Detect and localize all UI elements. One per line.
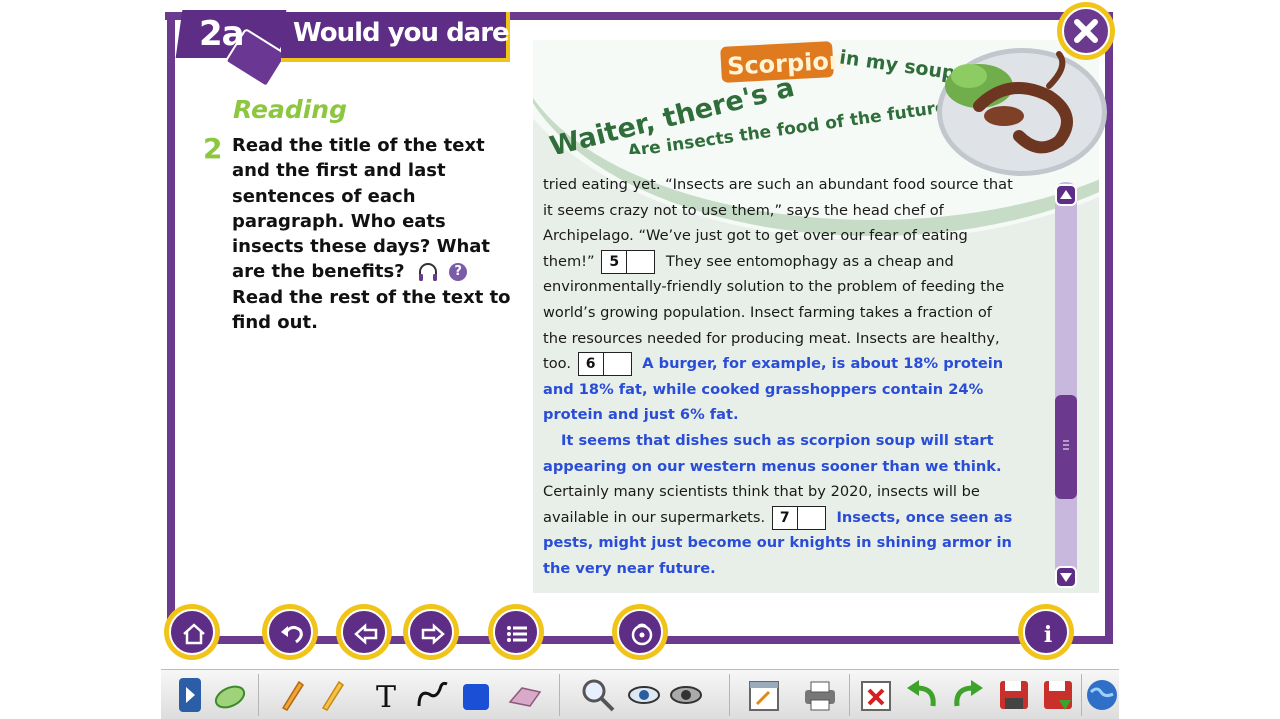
- redo-button[interactable]: [949, 676, 987, 714]
- save-icon: [1000, 681, 1028, 709]
- headline-part2: in my soup!: [838, 46, 953, 85]
- pencil-tool[interactable]: [273, 676, 311, 714]
- hide-icon: [670, 686, 702, 704]
- shape-icon: [463, 684, 489, 710]
- toolbar-separator: [729, 674, 730, 716]
- print-button[interactable]: [801, 676, 839, 714]
- toolbar-separator: [1081, 674, 1082, 716]
- pencil-icon: [281, 680, 305, 711]
- text-tool[interactable]: T: [367, 676, 405, 715]
- arrow-left-icon: [354, 623, 378, 645]
- save-button[interactable]: [995, 676, 1033, 714]
- text-icon: T: [376, 680, 396, 715]
- list-icon: [507, 626, 527, 642]
- task-text-part2: Read the rest of the text to find out.: [232, 286, 511, 334]
- info-icon: i: [1044, 622, 1052, 648]
- frame-left: [167, 12, 175, 642]
- mouse-icon: [214, 685, 246, 709]
- reveal-icon: [628, 686, 660, 704]
- info-button[interactable]: i: [1018, 604, 1074, 660]
- eraser-icon: [508, 687, 542, 707]
- gap-7[interactable]: 7: [771, 505, 826, 530]
- gap-6-number: 6: [579, 353, 604, 376]
- eraser-tool[interactable]: [506, 676, 544, 714]
- gap-6[interactable]: 6: [577, 352, 632, 377]
- contents-button[interactable]: [488, 604, 544, 660]
- scorpion-image: [945, 51, 1073, 154]
- home-icon: [183, 623, 205, 645]
- scroll-down-button[interactable]: [1055, 566, 1077, 588]
- save-as-icon: [1044, 681, 1072, 710]
- undo-icon: [907, 680, 936, 707]
- triangle-up-icon: [1060, 190, 1072, 199]
- web-icon: [1087, 680, 1117, 710]
- gap-5-number: 5: [602, 250, 628, 273]
- redo-icon: [954, 680, 983, 707]
- undo-button[interactable]: [903, 676, 941, 714]
- page-title: Would you dare?: [293, 18, 524, 48]
- article-headline: Waiter, there's a Scorpion in my soup! A…: [547, 41, 953, 154]
- unit-label: 2a: [199, 14, 245, 54]
- toolbar-separator: [258, 674, 259, 716]
- annotation-toolbar: T: [161, 669, 1119, 719]
- audio-button[interactable]: [612, 604, 668, 660]
- expand-icon: [179, 678, 201, 712]
- section-label: Reading: [233, 95, 347, 124]
- text-tool-label: T: [376, 680, 396, 714]
- task-instructions: Read the title of the text and the first…: [232, 133, 522, 335]
- toolbar-separator: [849, 674, 850, 716]
- audio-disc-icon: [631, 623, 653, 646]
- ebook-app: 2a Would you dare? Reading 2 Read the ti…: [161, 0, 1119, 719]
- save-as-button[interactable]: [1039, 676, 1077, 714]
- web-button[interactable]: [1083, 676, 1117, 714]
- undo-curve-icon: [281, 625, 303, 644]
- task-number: 2: [203, 132, 223, 165]
- arrow-right-icon: [421, 623, 445, 645]
- close-button[interactable]: [1057, 2, 1115, 60]
- reveal-tool[interactable]: [625, 676, 663, 714]
- gap-5[interactable]: 5: [601, 249, 656, 274]
- scroll-up-button[interactable]: [1055, 184, 1077, 206]
- hide-tool[interactable]: [667, 676, 705, 714]
- scroll-track[interactable]: [1055, 182, 1077, 588]
- previous-page-button[interactable]: [336, 604, 392, 660]
- info-mark: i: [1044, 622, 1052, 648]
- zoom-icon: [582, 679, 615, 712]
- close-icon: [1074, 19, 1098, 43]
- scroll-thumb[interactable]: [1055, 395, 1077, 499]
- note-icon: [749, 681, 779, 711]
- marker-icon: [321, 680, 345, 711]
- freehand-icon: [417, 681, 448, 707]
- clear-button[interactable]: [857, 676, 895, 714]
- article-text: tried eating yet. “Insects are such an a…: [543, 172, 1013, 584]
- task-text-part1: Read the title of the text and the first…: [232, 135, 491, 283]
- headphones-icon[interactable]: [417, 261, 439, 283]
- next-page-button[interactable]: [403, 604, 459, 660]
- expand-button[interactable]: [171, 676, 201, 714]
- marker-tool[interactable]: [313, 676, 351, 714]
- print-icon: [805, 681, 835, 711]
- answer-paragraph: It seems that dishes such as scorpion so…: [543, 431, 1002, 475]
- toolbar-separator: [559, 674, 560, 716]
- note-tool[interactable]: [745, 676, 783, 714]
- freehand-tool[interactable]: [413, 676, 451, 714]
- shape-tool[interactable]: [457, 676, 495, 714]
- gap-7-number: 7: [773, 506, 798, 529]
- clear-icon: [861, 681, 891, 711]
- back-button[interactable]: [262, 604, 318, 660]
- zoom-tool[interactable]: [579, 676, 617, 714]
- help-icon[interactable]: ?: [449, 263, 468, 282]
- triangle-down-icon: [1060, 573, 1072, 582]
- home-button[interactable]: [164, 604, 220, 660]
- mouse-tool[interactable]: [211, 676, 249, 714]
